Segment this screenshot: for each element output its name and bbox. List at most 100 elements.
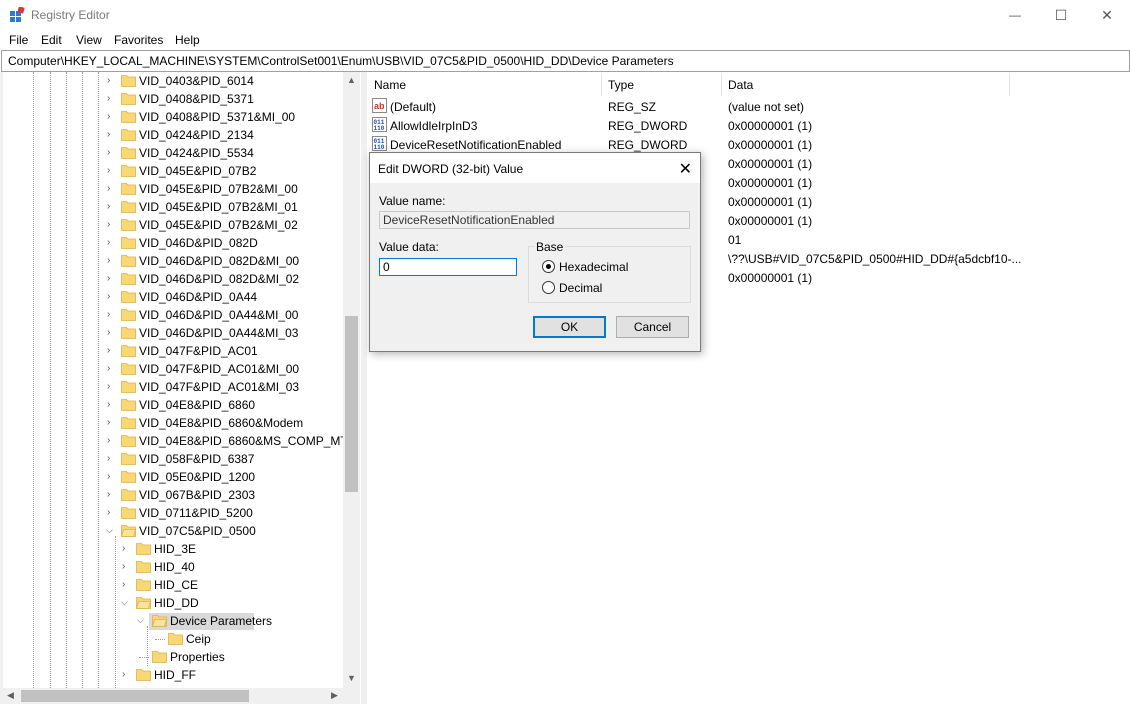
address-path[interactable]: Computer\HKEY_LOCAL_MACHINE\SYSTEM\Contr… — [8, 54, 674, 68]
column-header-type[interactable]: Type — [608, 78, 634, 92]
expand-chevron-icon[interactable]: › — [107, 292, 116, 302]
tree-item[interactable]: › VID_0424&PID_2134 — [3, 126, 343, 144]
decimal-radio[interactable] — [542, 281, 555, 294]
expand-chevron-icon[interactable]: › — [107, 346, 116, 356]
tree-item[interactable]: › VID_045E&PID_07B2&MI_02 — [3, 216, 343, 234]
column-header-name[interactable]: Name — [374, 78, 406, 92]
scroll-right-icon[interactable]: ▶ — [331, 690, 338, 701]
scroll-down-icon[interactable]: ▼ — [347, 673, 356, 683]
tree-item[interactable]: › HID_CE — [3, 576, 343, 594]
expand-chevron-icon[interactable]: › — [107, 238, 116, 248]
menu-file[interactable]: File — [9, 33, 28, 47]
menu-help[interactable]: Help — [175, 33, 200, 47]
expand-chevron-icon[interactable]: › — [107, 382, 116, 392]
tree-item[interactable]: › VID_05E0&PID_1200 — [3, 468, 343, 486]
expand-chevron-icon[interactable]: › — [107, 454, 116, 464]
expand-chevron-icon[interactable]: › — [107, 166, 116, 176]
column-divider[interactable] — [721, 74, 722, 96]
tree-item[interactable]: › HID_40 — [3, 558, 343, 576]
tree-item[interactable]: › VID_046D&PID_0A44&MI_03 — [3, 324, 343, 342]
registry-tree[interactable]: › VID_0403&PID_6014 › VID_0408&PID_5371 › … — [3, 72, 343, 688]
tree-item[interactable]: ⌵ HID_DD — [3, 594, 343, 612]
scroll-left-icon[interactable]: ◀ — [7, 690, 14, 701]
value-data-input[interactable]: 0 — [379, 258, 517, 276]
tree-item[interactable]: › VID_0711&PID_5200 — [3, 504, 343, 522]
expand-chevron-icon[interactable]: › — [122, 580, 131, 590]
expand-chevron-icon[interactable]: › — [107, 400, 116, 410]
tree-item[interactable]: › VID_046D&PID_082D — [3, 234, 343, 252]
ok-button[interactable]: OK — [533, 316, 606, 338]
tree-item[interactable]: › VID_04E8&PID_6860 — [3, 396, 343, 414]
expand-chevron-icon[interactable]: › — [107, 94, 116, 104]
expand-chevron-icon[interactable]: › — [107, 130, 116, 140]
tree-item[interactable]: Ceip — [3, 630, 343, 648]
hexadecimal-label[interactable]: Hexadecimal — [559, 260, 628, 274]
expand-chevron-icon[interactable]: › — [107, 274, 116, 284]
expand-chevron-icon[interactable]: › — [107, 436, 116, 446]
tree-item[interactable]: › VID_0424&PID_5534 — [3, 144, 343, 162]
tree-item[interactable]: › VID_0408&PID_5371&MI_00 — [3, 108, 343, 126]
column-header-data[interactable]: Data — [728, 78, 753, 92]
tree-item[interactable]: › VID_047F&PID_AC01&MI_03 — [3, 378, 343, 396]
collapse-chevron-icon[interactable]: ⌵ — [121, 598, 130, 607]
tree-horizontal-scrollbar[interactable]: ◀ ▶ — [3, 688, 360, 704]
expand-chevron-icon[interactable]: › — [107, 76, 116, 86]
tree-item[interactable]: › VID_067B&PID_2303 — [3, 486, 343, 504]
scroll-up-icon[interactable]: ▲ — [347, 75, 356, 85]
close-button[interactable]: ✕ — [1084, 0, 1130, 30]
decimal-label[interactable]: Decimal — [559, 281, 602, 295]
expand-chevron-icon[interactable]: › — [122, 544, 131, 554]
menu-edit[interactable]: Edit — [41, 33, 62, 47]
expand-chevron-icon[interactable]: › — [107, 220, 116, 230]
expand-chevron-icon[interactable]: › — [107, 310, 116, 320]
scroll-thumb[interactable] — [345, 316, 358, 492]
tree-item[interactable]: › VID_045E&PID_07B2&MI_01 — [3, 198, 343, 216]
tree-item[interactable]: Properties — [3, 648, 343, 666]
menu-favorites[interactable]: Favorites — [114, 33, 163, 47]
expand-chevron-icon[interactable]: › — [107, 490, 116, 500]
tree-vertical-scrollbar[interactable]: ▲ ▼ — [343, 72, 360, 688]
value-row[interactable]: 011 110 AllowIdleIrpInD3 REG_DWORD 0x000000… — [367, 116, 1130, 135]
tree-item[interactable]: › VID_0403&PID_6014 — [3, 72, 343, 90]
tree-item[interactable]: › VID_047F&PID_AC01 — [3, 342, 343, 360]
tree-item[interactable]: › VID_058F&PID_6387 — [3, 450, 343, 468]
tree-item[interactable]: ⌵ VID_07C5&PID_0500 — [3, 522, 343, 540]
tree-item[interactable]: › VID_046D&PID_0A44 — [3, 288, 343, 306]
value-row[interactable]: ab (Default) REG_SZ (value not set) — [367, 97, 1130, 116]
tree-item[interactable]: › HID_3E — [3, 540, 343, 558]
tree-item[interactable]: › VID_045E&PID_07B2 — [3, 162, 343, 180]
expand-chevron-icon[interactable]: › — [107, 508, 116, 518]
column-divider[interactable] — [1009, 74, 1010, 96]
expand-chevron-icon[interactable]: › — [107, 328, 116, 338]
tree-item[interactable]: ⌵ Device Parameters — [3, 612, 343, 630]
address-bar[interactable]: Computer\HKEY_LOCAL_MACHINE\SYSTEM\Contr… — [1, 50, 1130, 72]
expand-chevron-icon[interactable]: › — [107, 256, 116, 266]
collapse-chevron-icon[interactable]: ⌵ — [106, 526, 115, 535]
tree-item[interactable]: › VID_04E8&PID_6860&Modem — [3, 414, 343, 432]
dialog-close-icon[interactable]: ✕ — [679, 159, 692, 179]
tree-item[interactable]: › VID_047F&PID_AC01&MI_00 — [3, 360, 343, 378]
maximize-button[interactable]: ☐ — [1038, 0, 1084, 30]
cancel-button[interactable]: Cancel — [616, 316, 689, 338]
tree-item[interactable]: › VID_046D&PID_0A44&MI_00 — [3, 306, 343, 324]
expand-chevron-icon[interactable]: › — [107, 148, 116, 158]
expand-chevron-icon[interactable]: › — [122, 562, 131, 572]
tree-item[interactable]: › VID_046D&PID_082D&MI_02 — [3, 270, 343, 288]
expand-chevron-icon[interactable]: › — [107, 112, 116, 122]
collapse-chevron-icon[interactable]: ⌵ — [137, 616, 146, 625]
expand-chevron-icon[interactable]: › — [122, 670, 131, 680]
tree-item[interactable]: › VID_04E8&PID_6860&MS_COMP_MTP& — [3, 432, 343, 450]
tree-item[interactable]: › VID_0408&PID_5371 — [3, 90, 343, 108]
expand-chevron-icon[interactable]: › — [107, 184, 116, 194]
hexadecimal-radio[interactable] — [542, 260, 555, 273]
column-divider[interactable] — [601, 74, 602, 96]
tree-item[interactable]: › VID_045E&PID_07B2&MI_00 — [3, 180, 343, 198]
expand-chevron-icon[interactable]: › — [107, 472, 116, 482]
expand-chevron-icon[interactable]: › — [107, 364, 116, 374]
menu-view[interactable]: View — [76, 33, 102, 47]
tree-item[interactable]: › VID_046D&PID_082D&MI_00 — [3, 252, 343, 270]
expand-chevron-icon[interactable]: › — [107, 202, 116, 212]
scroll-thumb-horizontal[interactable] — [21, 690, 249, 702]
minimize-button[interactable]: — — [992, 0, 1038, 30]
expand-chevron-icon[interactable]: › — [107, 418, 116, 428]
